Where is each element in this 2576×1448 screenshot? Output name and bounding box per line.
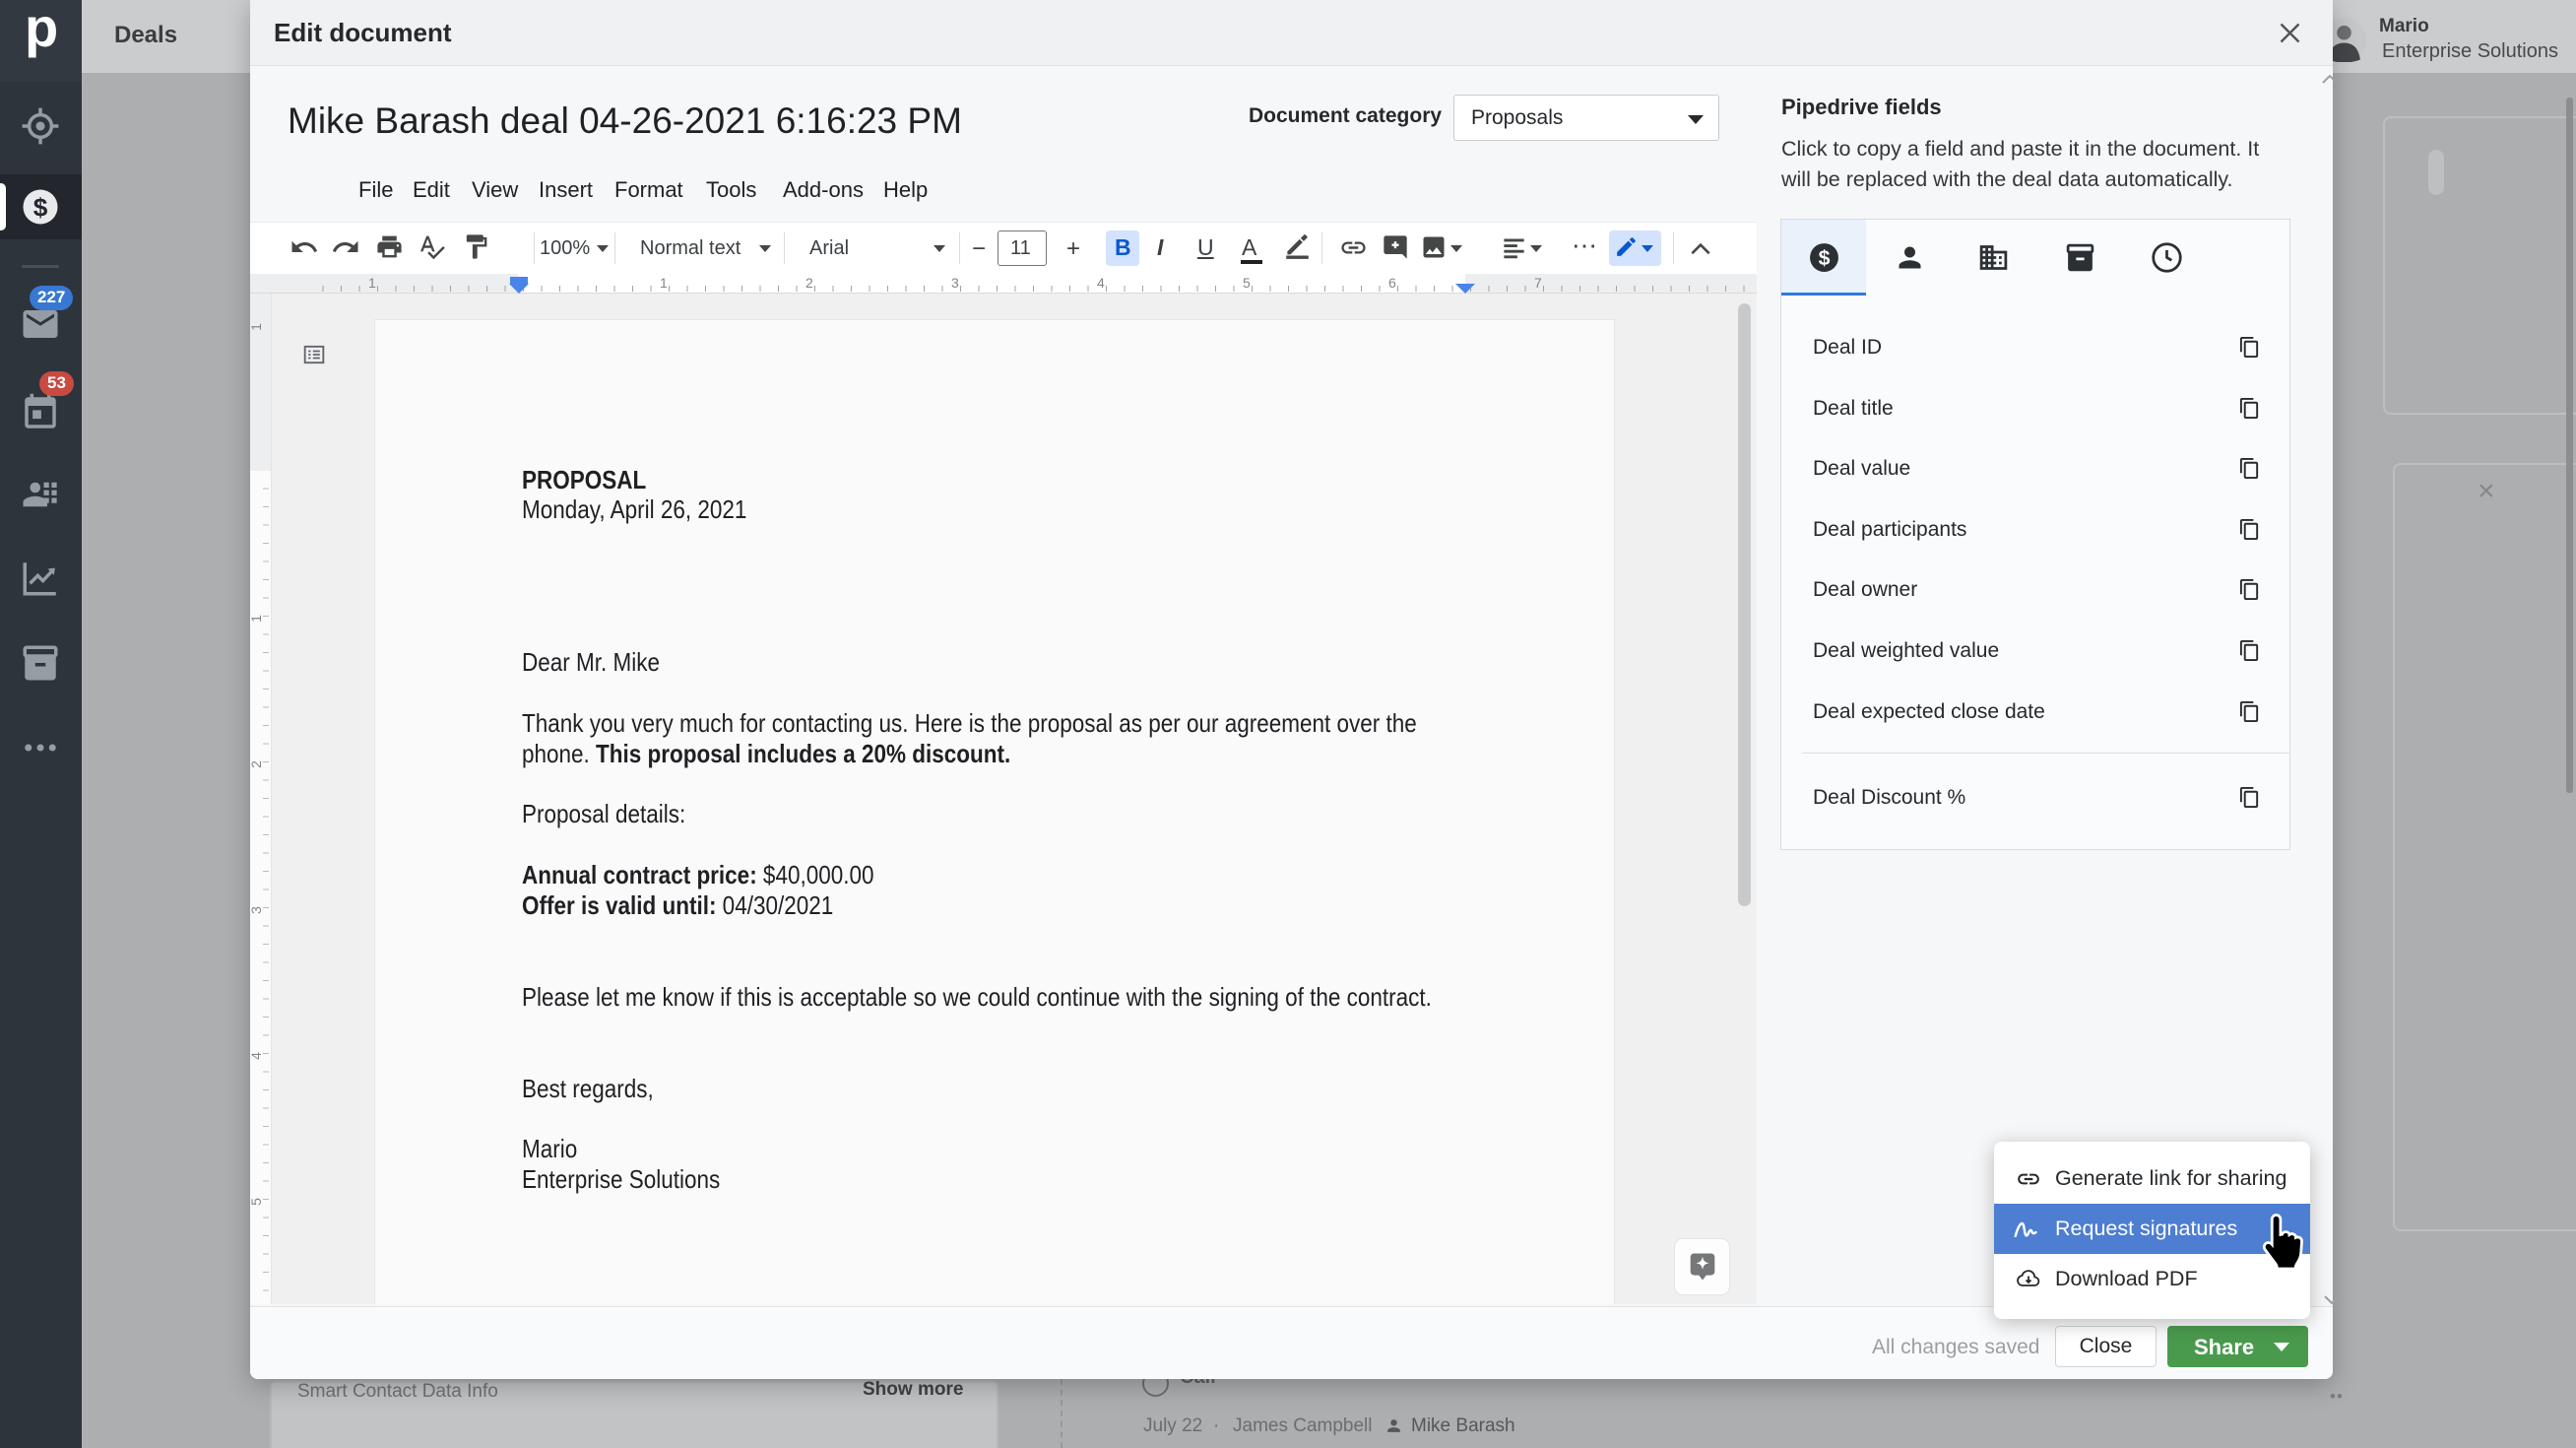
svg-text:$: $ <box>1819 246 1831 270</box>
svg-text:p: p <box>25 0 58 58</box>
svg-text:$: $ <box>33 192 48 222</box>
